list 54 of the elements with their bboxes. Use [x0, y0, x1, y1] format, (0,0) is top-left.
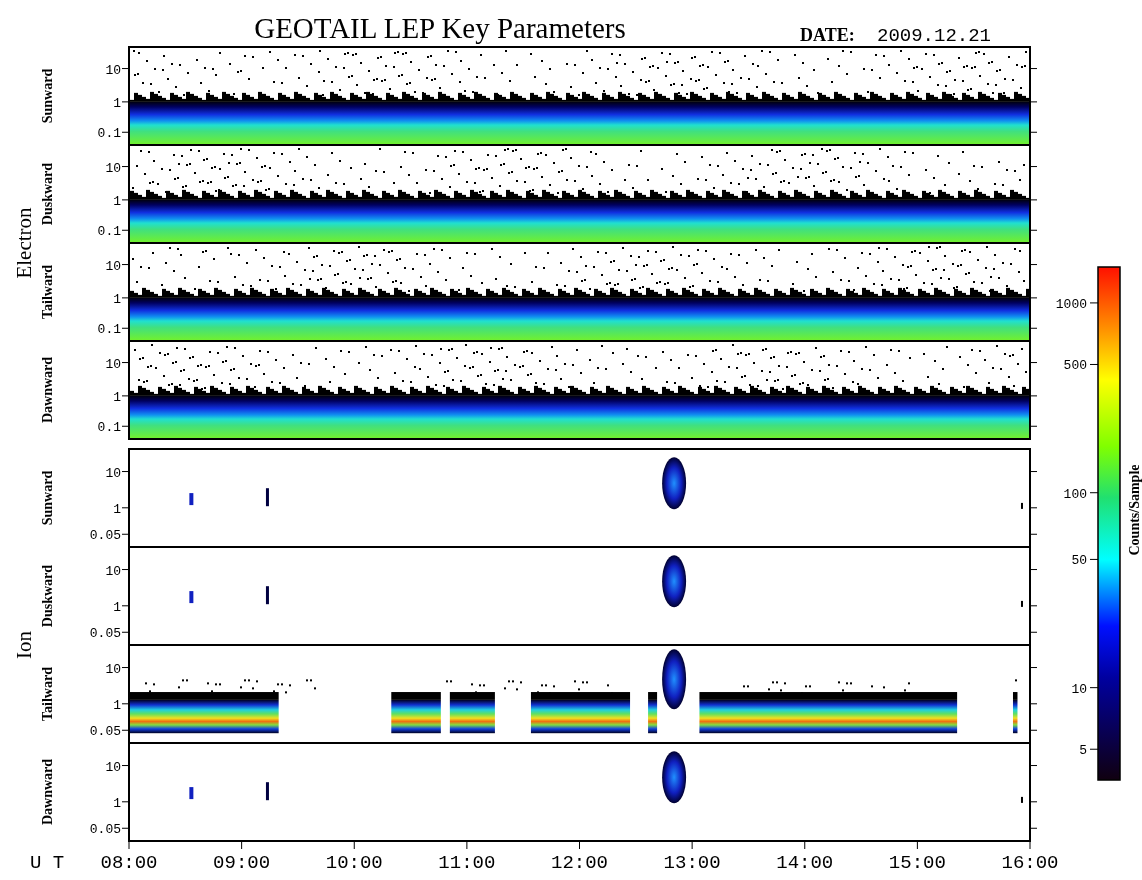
panel-label: Duskward	[40, 564, 55, 628]
axis-tick-label: 10	[105, 759, 121, 775]
axis-tick-label: 15:00	[888, 852, 946, 874]
color-scale-tick-label: 5	[1079, 743, 1087, 759]
axis-tick-label: 10	[105, 661, 121, 677]
axis-tick-label: 11:00	[438, 852, 496, 874]
group-label: Electron	[12, 207, 36, 279]
chart-title: GEOTAIL LEP Key Parameters	[254, 12, 626, 44]
color-scale-tick-label: 10	[1071, 681, 1087, 697]
panel-label: Dawnward	[40, 758, 55, 826]
axis-tick-label: 12:00	[551, 852, 608, 874]
color-scale-tick-label: 100	[1063, 486, 1087, 502]
axis-tick-label: 09:00	[213, 852, 271, 874]
axis-tick-label: 1	[113, 599, 121, 615]
axis-tick-label: 0.05	[89, 626, 121, 642]
axis-tick-label: 1	[113, 95, 121, 111]
axis-tick-label: 0.1	[97, 224, 121, 240]
axis-tick-label: 10	[105, 465, 121, 481]
axis-title: U T	[30, 852, 65, 874]
panel-label: Sunward	[40, 68, 55, 124]
axis-tick-label: 10:00	[325, 852, 383, 874]
axis-tick-label: 1	[113, 501, 121, 517]
axis-tick-label: 10	[105, 258, 121, 274]
axis-tick-label: 0.1	[97, 322, 121, 338]
axis-tick-label: 1	[113, 697, 121, 713]
axis-tick-label: 0.1	[97, 420, 121, 436]
axis-tick-label: 16:00	[1001, 852, 1059, 874]
axis-tick-label: 10	[105, 160, 121, 176]
color-scale-tick-label: 50	[1071, 553, 1087, 569]
axis-tick-label: 1	[113, 795, 121, 811]
panel-label: Duskward	[40, 162, 55, 226]
axis-tick-label: 10	[105, 356, 121, 372]
group-label: Ion	[12, 631, 36, 659]
panel-label: Tailward	[40, 265, 55, 319]
axis-tick-label: 0.05	[89, 528, 121, 544]
axis-tick-label: 08:00	[100, 852, 158, 874]
color-scale-tick-label: 1000	[1055, 296, 1087, 312]
date-value: 2009.12.21	[877, 25, 992, 47]
axis-tick-label: 10	[105, 563, 121, 579]
color-scale-tick-label: 500	[1063, 358, 1087, 374]
axis-tick-label: 0.05	[89, 724, 121, 740]
axis-tick-label: 10	[105, 62, 121, 78]
date-label: DATE:	[800, 25, 855, 45]
axis-tick-label: 1	[113, 193, 121, 209]
axis-tick-label: 0.05	[89, 822, 121, 838]
panel-label: Dawnward	[40, 356, 55, 424]
axis-tick-label: 13:00	[663, 852, 721, 874]
axis-tick-label: 0.1	[97, 126, 121, 142]
axis-tick-label: 1	[113, 291, 121, 307]
axis-tick-label: 1	[113, 389, 121, 405]
axis-tick-label: 14:00	[776, 852, 834, 874]
color-scale-title: Counts/Sample	[1127, 464, 1142, 556]
panel-label: Sunward	[40, 470, 55, 526]
panel-label: Tailward	[40, 667, 55, 721]
